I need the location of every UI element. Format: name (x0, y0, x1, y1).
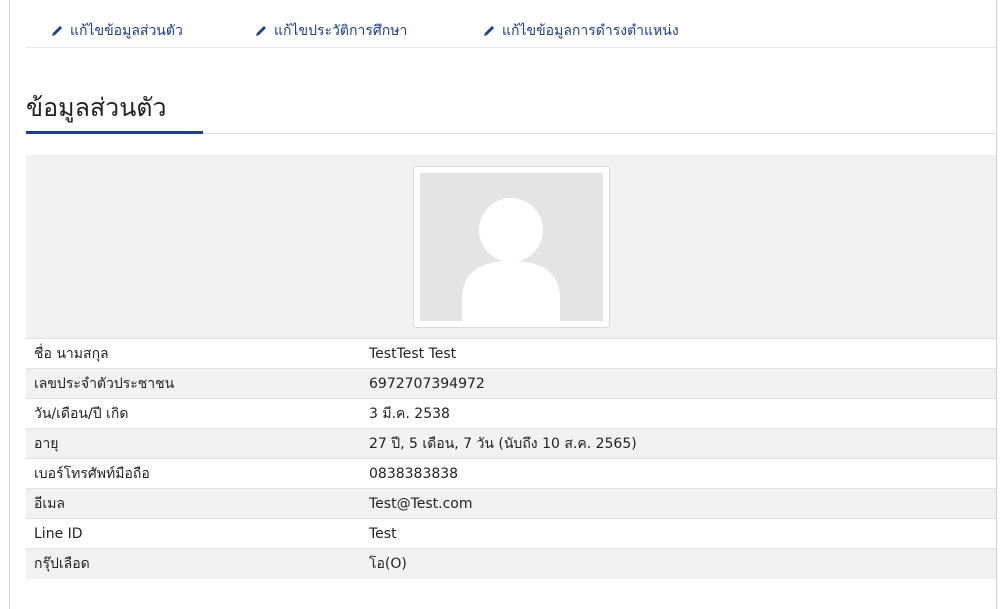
table-row: เลขประจำตัวประชาชน 6972707394972 (26, 368, 996, 399)
row-value: TestTest Test (369, 345, 457, 362)
page-title: ข้อมูลส่วนตัว (26, 93, 167, 122)
row-label: กรุ๊ปเลือด (34, 555, 90, 572)
table-row: วัน/เดือน/ปี เกิด 3 มี.ค. 2538 (26, 398, 996, 429)
right-frame-border (996, 0, 1007, 609)
row-label: วัน/เดือน/ปี เกิด (34, 405, 129, 422)
pencil-icon (52, 26, 62, 36)
profile-photo-section (26, 155, 996, 338)
row-value: 27 ปี, 5 เดือน, 7 วัน (นับถึง 10 ส.ค. 25… (369, 435, 637, 452)
left-frame-border (0, 0, 10, 609)
edit-position-label: แก้ไขข้อมูลการดำรงตำแหน่ง (502, 23, 679, 39)
row-label: อายุ (34, 435, 59, 452)
pencil-icon (256, 26, 266, 36)
edit-position-link[interactable]: แก้ไขข้อมูลการดำรงตำแหน่ง (482, 20, 679, 42)
edit-personal-link[interactable]: แก้ไขข้อมูลส่วนตัว (50, 20, 183, 42)
row-value: 0838383838 (369, 465, 459, 482)
row-value: 3 มี.ค. 2538 (369, 405, 450, 422)
table-row: Line ID Test (26, 518, 996, 549)
row-label: เบอร์โทรศัพท์มือถือ (34, 465, 150, 482)
row-label: Line ID (34, 525, 83, 542)
row-value: Test (369, 525, 397, 542)
personal-info-table: ชื่อ นามสกุล TestTest Test เลขประจำตัวปร… (26, 338, 996, 579)
row-value: 6972707394972 (369, 375, 485, 392)
profile-photo-frame (413, 166, 610, 328)
table-row: เบอร์โทรศัพท์มือถือ 0838383838 (26, 458, 996, 489)
avatar-placeholder-icon (462, 198, 560, 321)
row-label: เลขประจำตัวประชาชน (34, 375, 175, 392)
edit-education-label: แก้ไขประวัติการศึกษา (274, 23, 408, 39)
row-label: อีเมล (34, 495, 66, 512)
pencil-icon (484, 26, 494, 36)
table-row: อายุ 27 ปี, 5 เดือน, 7 วัน (นับถึง 10 ส.… (26, 428, 996, 459)
avatar (420, 173, 603, 321)
edit-personal-label: แก้ไขข้อมูลส่วนตัว (70, 23, 183, 39)
table-row: กรุ๊ปเลือด โอ(O) (26, 548, 996, 579)
edit-education-link[interactable]: แก้ไขประวัติการศึกษา (254, 20, 407, 42)
row-label: ชื่อ นามสกุล (34, 345, 109, 362)
row-value: Test@Test.com (369, 495, 473, 512)
top-nav: แก้ไขข้อมูลส่วนตัว แก้ไขประวัติการศึกษา … (26, 0, 996, 48)
table-row: อีเมล Test@Test.com (26, 488, 996, 519)
table-row: ชื่อ นามสกุล TestTest Test (26, 338, 996, 369)
heading-underline (26, 131, 203, 134)
row-value: โอ(O) (369, 555, 407, 572)
